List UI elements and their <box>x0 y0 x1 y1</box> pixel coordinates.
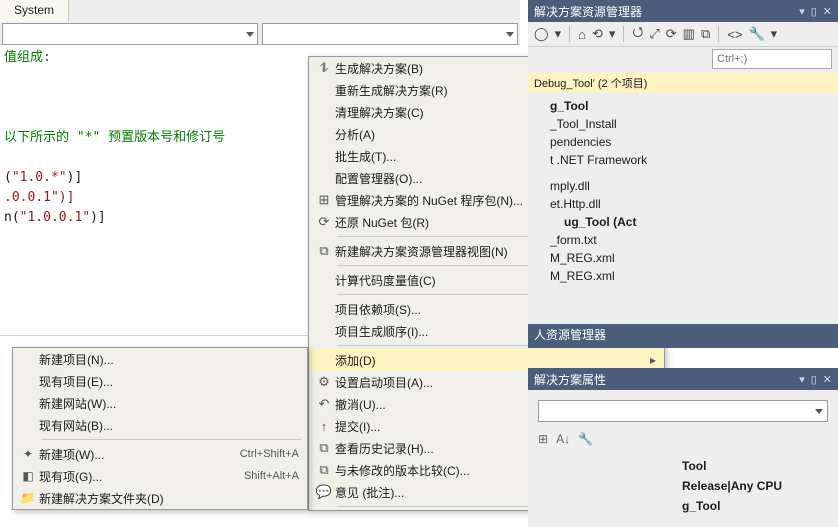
chevron-down-icon <box>246 32 254 37</box>
menu-icon: ⥮ <box>313 60 335 76</box>
alpha-sort-icon[interactable]: A↓ <box>556 432 570 446</box>
menu-icon: ⧉ <box>313 243 335 259</box>
panel-title: 解决方案资源管理器 <box>534 3 642 20</box>
tree-item[interactable]: _form.txt <box>536 231 838 249</box>
add-submenu: 新建项目(N)... 现有项目(E)... 新建网站(W)... 现有网站(B)...… <box>12 347 308 510</box>
menu-label: 新建网站(W)... <box>39 395 299 412</box>
property-row[interactable]: Tool <box>538 456 828 476</box>
menu-icon: ⧉ <box>313 440 335 456</box>
menu-icon: ✦ <box>17 447 39 461</box>
solution-tree[interactable]: g_Tool_Tool_Installpendenciest .NET Fram… <box>528 93 838 291</box>
chevron-down-icon <box>815 409 823 414</box>
tree-item[interactable]: M_REG.xml <box>536 267 838 285</box>
menu-item[interactable]: 新建项目(N)... <box>13 348 307 370</box>
panel-header[interactable]: 解决方案属性 ▾ ▯ ✕ <box>528 368 838 390</box>
properties-toolbar: ⊞ A↓ 🔧 <box>538 428 828 450</box>
solution-search-input[interactable] <box>712 49 832 69</box>
panel-title: 解决方案属性 <box>534 371 606 388</box>
categorize-icon[interactable]: ⊞ <box>538 432 548 446</box>
menu-icon: ⊞ <box>313 192 335 208</box>
refresh-icon[interactable]: ⭯ <box>632 23 643 45</box>
panel-footer-tab[interactable]: 人资源管理器 <box>528 324 838 348</box>
pin-icon[interactable]: ▯ <box>811 373 817 386</box>
copy-icon[interactable]: ⧉ <box>701 26 710 42</box>
menu-icon: ⟳ <box>313 214 335 230</box>
navigation-bar <box>0 22 520 45</box>
menu-icon: ↶ <box>313 396 335 412</box>
dropdown-icon[interactable]: ▾ <box>799 373 805 386</box>
solution-explorer-panel: 解决方案资源管理器 ▾ ▯ ✕ ◯▾ ⌂ ⟲▾ ⭯ ⤢ ⟳ ▥ ⧉ <> 🔧▾ … <box>528 0 838 348</box>
menu-icon: 💬 <box>313 484 335 500</box>
menu-label: 现有网站(B)... <box>39 417 299 434</box>
wrench-icon[interactable]: 🔧 <box>578 432 593 446</box>
tree-item[interactable]: pendencies <box>536 133 838 151</box>
prop-value: Tool <box>682 459 828 473</box>
scope-combo[interactable] <box>2 23 258 45</box>
menu-icon: ◧ <box>17 469 39 483</box>
menu-item[interactable]: ✦新建项(W)...Ctrl+Shift+A <box>13 443 307 465</box>
menu-item[interactable]: 新建网站(W)... <box>13 392 307 414</box>
wrench-icon[interactable]: 🔧 <box>748 26 764 42</box>
home-icon[interactable]: ⌂ <box>578 27 586 42</box>
menu-label: 新建解决方案文件夹(D) <box>39 490 299 507</box>
editor-tab-bar: System <box>0 0 520 23</box>
collapse-icon[interactable]: ⤢ <box>649 26 659 42</box>
divider <box>0 335 308 336</box>
menu-shortcut: Ctrl+Shift+A <box>240 448 299 460</box>
tree-item[interactable]: et.Http.dll <box>536 195 838 213</box>
tree-item[interactable]: M_REG.xml <box>536 249 838 267</box>
menu-label: 新建项目(N)... <box>39 351 299 368</box>
tree-item[interactable]: ug_Tool (Act <box>536 213 838 231</box>
refresh2-icon[interactable]: ⟳ <box>666 26 677 42</box>
code-editor[interactable]: 值组成: 以下所示的 "*" 预置版本号和修订号 ("1.0.*")] .0.0… <box>4 48 304 328</box>
menu-item[interactable]: ◧现有项(G)...Shift+Alt+A <box>13 465 307 487</box>
property-row[interactable]: Release|Any CPU <box>538 476 828 496</box>
menu-label: 新建项(W)... <box>39 446 240 463</box>
menu-label: 现有项目(E)... <box>39 373 299 390</box>
tree-item[interactable]: g_Tool <box>536 97 838 115</box>
submenu-arrow-icon: ▸ <box>646 353 656 367</box>
menu-icon: ⧉ <box>313 462 335 478</box>
menu-label: 现有项(G)... <box>39 468 244 485</box>
menu-icon: 📁 <box>17 491 39 505</box>
tree-item[interactable]: t .NET Framework <box>536 151 838 169</box>
editor-tab[interactable]: System <box>0 0 69 22</box>
member-combo[interactable] <box>262 23 518 45</box>
sync-icon[interactable]: ⟲ <box>592 26 603 42</box>
menu-icon: ↑ <box>313 419 335 434</box>
prop-value: g_Tool <box>682 499 828 513</box>
menu-label: 添加(D) <box>335 352 646 369</box>
menu-item[interactable]: 📁新建解决方案文件夹(D) <box>13 487 307 509</box>
menu-icon: ⚙ <box>313 374 335 390</box>
show-all-icon[interactable]: ▥ <box>683 26 695 42</box>
pin-icon[interactable]: ▯ <box>811 5 817 18</box>
properties-panel: 解决方案属性 ▾ ▯ ✕ ⊞ A↓ 🔧 Tool Release|Any CPU g… <box>528 368 838 527</box>
panel-header[interactable]: 解决方案资源管理器 ▾ ▯ ✕ <box>528 0 838 22</box>
close-icon[interactable]: ✕ <box>823 5 832 18</box>
prop-value: Release|Any CPU <box>682 479 828 493</box>
close-icon[interactable]: ✕ <box>823 373 832 386</box>
dropdown-icon[interactable]: ▾ <box>799 5 805 18</box>
menu-shortcut: Shift+Alt+A <box>244 470 299 482</box>
solution-toolbar: ◯▾ ⌂ ⟲▾ ⭯ ⤢ ⟳ ▥ ⧉ <> 🔧▾ <box>528 22 838 47</box>
menu-item[interactable]: 现有项目(E)... <box>13 370 307 392</box>
tree-item[interactable]: _Tool_Install <box>536 115 838 133</box>
chevron-down-icon <box>506 32 514 37</box>
menu-item[interactable]: 现有网站(B)... <box>13 414 307 436</box>
property-row[interactable]: g_Tool <box>538 496 828 516</box>
properties-combo[interactable] <box>538 400 828 422</box>
back-icon[interactable]: ◯ <box>534 26 549 42</box>
code-icon[interactable]: <> <box>727 27 742 42</box>
solution-root[interactable]: Debug_Tool' (2 个项目) <box>528 73 838 93</box>
tree-item[interactable]: mply.dll <box>536 177 838 195</box>
